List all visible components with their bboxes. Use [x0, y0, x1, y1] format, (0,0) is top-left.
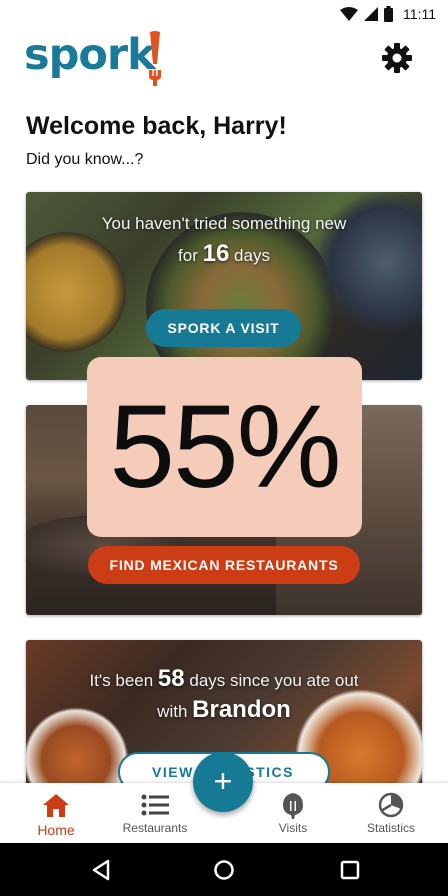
find-mexican-restaurants-button[interactable]: FIND MEXICAN RESTAURANTS: [88, 546, 360, 584]
nav-home-label: Home: [37, 822, 75, 838]
nav-visits-label: Visits: [278, 821, 308, 835]
nav-visits[interactable]: Visits: [248, 783, 338, 843]
spork-a-visit-button[interactable]: SPORK A VISIT: [146, 309, 301, 347]
card3-line2: with Brandon: [26, 696, 422, 724]
list-icon: [141, 794, 169, 816]
view-statistics-left-label: VIEW: [152, 764, 194, 780]
percentage-value: 55%: [109, 381, 341, 513]
spork-logo: spork: [24, 30, 164, 86]
pie-chart-icon: [378, 792, 404, 818]
card3-friend-name: Brandon: [192, 696, 291, 723]
signal-icon: [364, 7, 379, 21]
settings-gear-icon[interactable]: [381, 42, 413, 74]
status-bar: 11:11: [0, 0, 448, 28]
recents-icon[interactable]: [337, 857, 363, 883]
status-icons: 11:11: [340, 5, 436, 23]
nav-home[interactable]: Home: [11, 783, 101, 843]
nav-statistics-label: Statistics: [366, 821, 415, 835]
did-you-know-subtitle: Did you know...?: [26, 151, 144, 168]
spoon-icon: [283, 793, 303, 819]
wifi-icon: [340, 7, 359, 21]
logo-text: spork: [24, 30, 156, 80]
nav-restaurants-label: Restaurants: [122, 821, 188, 835]
home-icon: [43, 794, 69, 817]
try-something-new-card[interactable]: You haven't tried something new for 16 d…: [26, 192, 422, 380]
card3-line1: It's been 58 days since you ate out: [26, 665, 422, 693]
status-time: 11:11: [403, 6, 436, 22]
salad-plate-image: [146, 212, 336, 380]
battery-icon: [384, 6, 394, 22]
card1-days-label: days: [234, 246, 270, 265]
add-visit-fab[interactable]: +: [193, 752, 253, 812]
card1-line2: for 16 days: [26, 240, 422, 268]
card3-since-label: days since you ate out: [189, 671, 359, 690]
nav-statistics[interactable]: Statistics: [346, 783, 436, 843]
card3-with-label: with: [157, 702, 188, 721]
fork-exclamation-icon: [149, 31, 161, 86]
system-navigation-bar: [0, 843, 448, 896]
card3-days-count: 58: [157, 665, 185, 692]
card1-line1: You haven't tried something new: [101, 214, 347, 233]
welcome-title: Welcome back, Harry!: [26, 112, 287, 140]
nav-restaurants[interactable]: Restaurants: [110, 783, 200, 843]
percentage-overlay: 55%: [87, 357, 362, 537]
home-circle-icon[interactable]: [211, 857, 237, 883]
back-icon[interactable]: [88, 857, 114, 883]
card3-been-label: It's been: [89, 671, 154, 690]
card1-for-label: for: [178, 246, 198, 265]
card1-days-count: 16: [202, 240, 230, 267]
